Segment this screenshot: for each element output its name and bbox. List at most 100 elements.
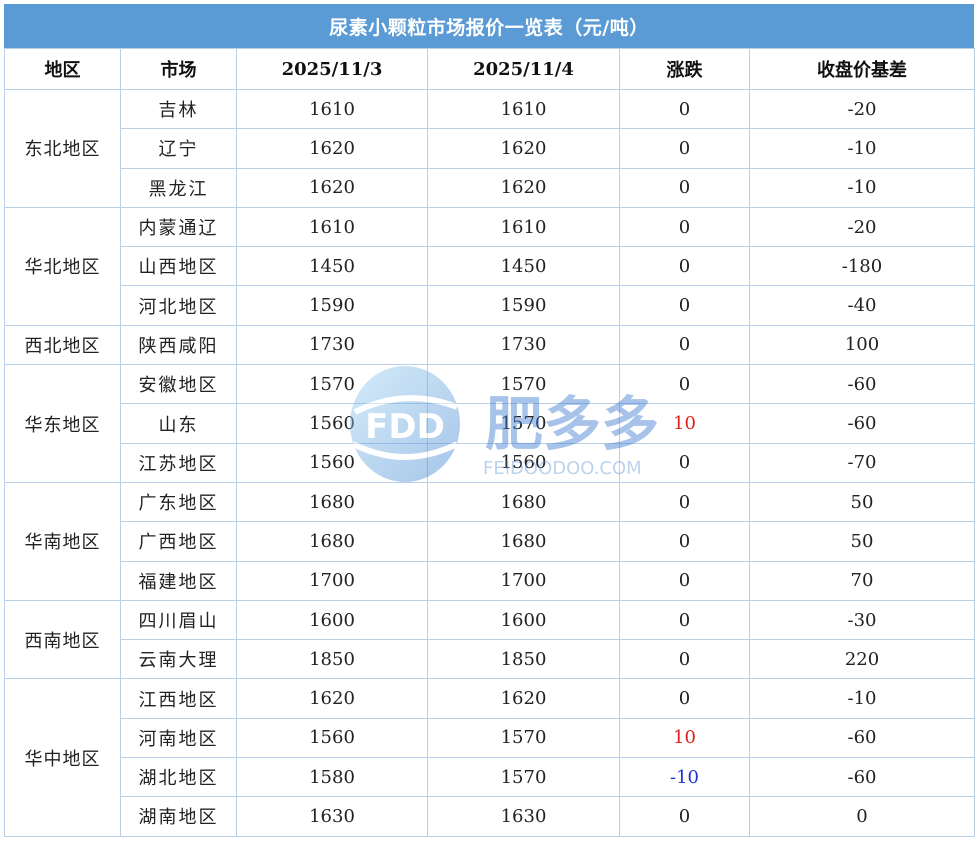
market-cell: 河南地区 [120,717,237,759]
table-row: 河南地区 1560 1570 10 -60 [5,717,975,759]
change-cell: 0 [619,206,750,248]
price-date-1-cell: 1600 [236,599,428,641]
table-row: 西北地区 陕西咸阳 1730 1730 0 100 [4,324,975,366]
market-cell: 广东地区 [120,481,237,523]
region-cell: 东北地区 [4,89,121,208]
market-cell: 湖北地区 [120,757,237,798]
table-row: 黑龙江 1620 1620 0 -10 [5,167,975,208]
price-date-1-cell: 1570 [236,364,428,405]
change-cell: 0 [619,167,750,208]
basis-cell: 50 [749,481,975,523]
market-cell: 江苏地区 [120,442,237,483]
price-date-2-cell: 1570 [427,757,620,798]
market-cell: 山东 [120,403,237,444]
market-cell: 吉林 [120,88,237,130]
change-cell: 0 [619,128,750,169]
table-row: 华北地区 内蒙通辽 1610 1610 0 -20 [4,206,975,326]
change-cell: 0 [619,521,750,562]
table-body: 东北地区 吉林 1610 1610 0 -20 辽宁 1620 1620 0 -10 黑龙江 1620 1… [4,88,975,837]
price-date-1-cell: 1680 [236,481,428,523]
price-date-1-cell: 1700 [236,560,428,601]
change-cell: 0 [619,639,750,680]
price-date-1-cell: 1730 [236,324,428,366]
table-row: 西南地区 四川眉山 1600 1600 0 -30 [4,599,975,680]
change-cell: 10 [619,717,750,759]
price-date-1-cell: 1560 [236,403,428,444]
market-cell: 黑龙江 [120,167,237,208]
price-date-1-cell: 1450 [236,246,428,287]
table-row: 江苏地区 1560 1560 0 -70 [5,442,975,483]
price-date-2-cell: 1680 [427,481,620,523]
price-date-2-cell: 1600 [427,599,620,641]
basis-cell: 220 [749,639,975,680]
change-cell: 0 [619,324,750,366]
change-cell: -10 [619,757,750,798]
market-cell: 湖南地区 [120,796,237,837]
price-date-2-cell: 1560 [427,442,620,483]
basis-cell: 100 [749,324,975,366]
price-date-2-cell: 1680 [427,521,620,562]
market-cell: 云南大理 [120,639,237,680]
table-row: 华中地区 江西地区 1620 1620 0 -10 [4,678,975,837]
market-cell: 四川眉山 [120,599,237,641]
basis-cell: -20 [749,206,975,248]
region-cell: 华北地区 [4,206,121,326]
change-cell: 0 [619,481,750,523]
change-cell: 0 [619,678,750,719]
market-cell: 陕西咸阳 [120,324,237,366]
price-date-2-cell: 1730 [427,324,620,366]
price-date-2-cell: 1620 [427,128,620,169]
basis-cell: -60 [749,364,975,405]
price-date-1-cell: 1630 [236,796,428,837]
header-date-2: 2025/11/4 [427,48,620,90]
price-date-1-cell: 1620 [236,167,428,208]
table-row: 湖北地区 1580 1570 -10 -60 [5,757,975,798]
price-date-2-cell: 1700 [427,560,620,601]
table-row: 辽宁 1620 1620 0 -10 [5,128,975,169]
basis-cell: -10 [749,678,975,719]
change-cell: 0 [619,285,750,326]
basis-cell: -60 [749,403,975,444]
basis-cell: -20 [749,88,975,130]
price-date-1-cell: 1610 [236,88,428,130]
price-date-1-cell: 1580 [236,757,428,798]
basis-cell: 70 [749,560,975,601]
price-date-2-cell: 1450 [427,246,620,287]
basis-cell: -30 [749,599,975,641]
change-cell: 0 [619,796,750,837]
change-cell: 10 [619,403,750,444]
change-cell: 0 [619,442,750,483]
change-cell: 0 [619,560,750,601]
price-date-1-cell: 1610 [236,206,428,248]
price-date-1-cell: 1620 [236,678,428,719]
price-date-2-cell: 1620 [427,167,620,208]
change-cell: 0 [619,246,750,287]
header-change: 涨跌 [619,48,750,90]
header-market: 市场 [120,48,237,90]
table-row: 河北地区 1590 1590 0 -40 [5,285,975,326]
price-date-1-cell: 1560 [236,442,428,483]
market-cell: 福建地区 [120,560,237,601]
price-date-2-cell: 1850 [427,639,620,680]
market-cell: 广西地区 [120,521,237,562]
price-date-1-cell: 1560 [236,717,428,759]
table-row: 福建地区 1700 1700 0 70 [5,560,975,601]
basis-cell: -60 [749,757,975,798]
region-cell: 华东地区 [4,364,121,483]
price-date-1-cell: 1620 [236,128,428,169]
header-region: 地区 [4,48,121,90]
market-cell: 河北地区 [120,285,237,326]
table-row: 广西地区 1680 1680 0 50 [5,521,975,562]
market-cell: 江西地区 [120,678,237,719]
region-cell: 华中地区 [4,678,121,837]
price-date-1-cell: 1850 [236,639,428,680]
price-date-2-cell: 1610 [427,206,620,248]
table-row: 山东 1560 1570 10 -60 [5,403,975,444]
table-row: 华东地区 安徽地区 1570 1570 0 -60 [4,364,975,483]
basis-cell: 50 [749,521,975,562]
basis-cell: -40 [749,285,975,326]
table-row: 东北地区 吉林 1610 1610 0 -20 [4,88,975,208]
basis-cell: -70 [749,442,975,483]
table-row: 湖南地区 1630 1630 0 0 [5,796,975,837]
price-date-2-cell: 1570 [427,364,620,405]
